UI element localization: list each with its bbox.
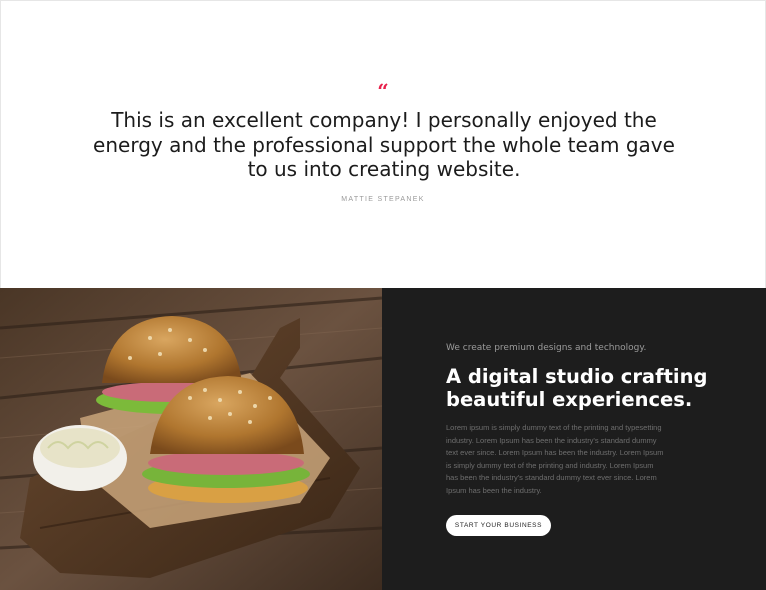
feature-headline: A digital studio crafting beautiful expe… <box>446 365 708 411</box>
start-business-button[interactable]: START YOUR BUSINESS <box>446 515 551 536</box>
feature-eyebrow: We create premium designs and technology… <box>446 343 647 353</box>
testimonial-section: “ This is an excellent company! I person… <box>0 0 766 288</box>
feature-body: Lorem ipsum is simply dummy text of the … <box>446 423 664 495</box>
feature-section: We create premium designs and technology… <box>0 288 766 590</box>
quote-symbol: “ <box>377 79 389 103</box>
food-photo <box>0 288 382 590</box>
testimonial-author: MATTIE STEPANEK <box>341 196 425 203</box>
testimonial-quote: This is an excellent company! I personal… <box>93 108 675 181</box>
feature-panel: We create premium designs and technology… <box>382 288 766 590</box>
quote-open-icon: “ <box>1 81 765 101</box>
